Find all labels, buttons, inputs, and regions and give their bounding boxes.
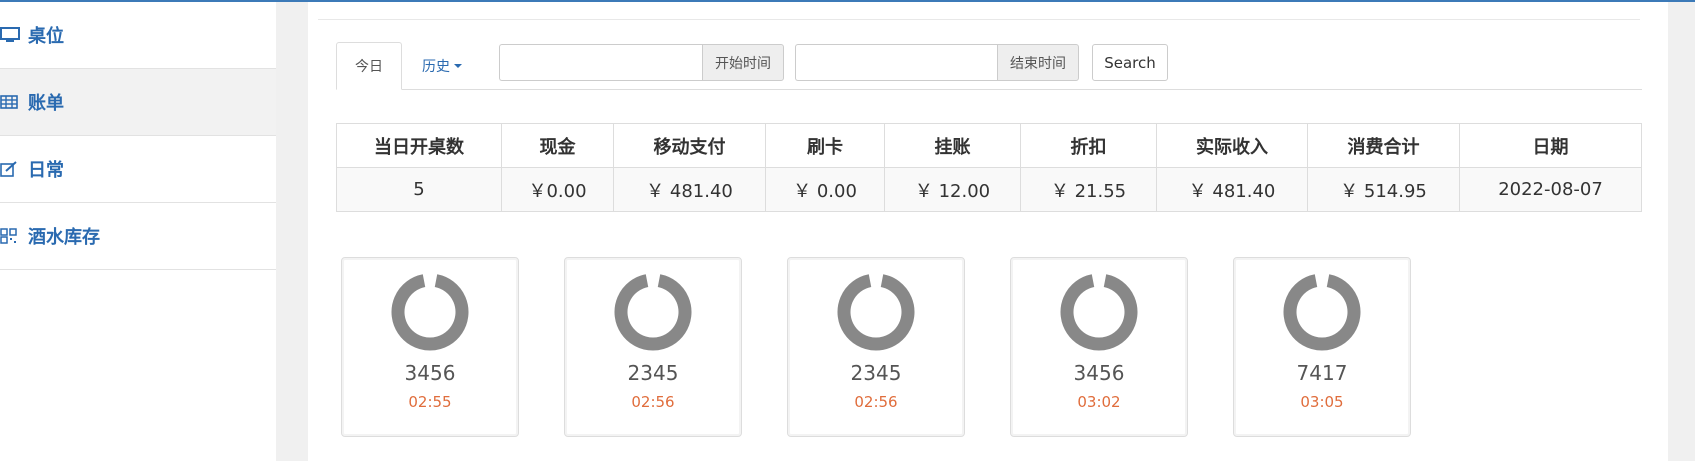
table-time: 02:56 <box>631 393 675 411</box>
tab-label: 历史 <box>422 59 450 75</box>
search-button[interactable]: Search <box>1092 44 1168 81</box>
table-card[interactable]: 2345 02:56 <box>564 257 742 437</box>
column-header: 当日开桌数 <box>336 123 502 168</box>
qrcode-icon <box>0 228 26 244</box>
column-header: 现金 <box>501 123 614 168</box>
column-header: 刷卡 <box>765 123 885 168</box>
sidebar-item-label: 账单 <box>28 93 64 114</box>
column-header: 实际收入 <box>1156 123 1308 168</box>
table-number: 3456 <box>404 361 456 385</box>
table-grid-icon <box>0 95 26 109</box>
end-time-group: 结束时间 <box>795 44 1079 81</box>
sidebar-item-label: 日常 <box>28 160 64 181</box>
table-time: 03:05 <box>1300 393 1344 411</box>
tab-label: 今日 <box>355 59 383 75</box>
table-number: 2345 <box>627 361 679 385</box>
table-cell: ￥0.00 <box>501 167 614 212</box>
column-header: 移动支付 <box>613 123 766 168</box>
sidebar-item-label: 酒水库存 <box>28 227 100 248</box>
table-card[interactable]: 2345 02:56 <box>787 257 965 437</box>
tab-history-dropdown[interactable]: 历史 <box>406 42 478 90</box>
start-time-group: 开始时间 <box>499 44 784 81</box>
progress-ring-icon <box>837 274 915 351</box>
table-number: 3456 <box>1073 361 1125 385</box>
progress-ring-icon <box>1283 274 1361 351</box>
progress-ring-icon <box>391 274 469 351</box>
table-number: 2345 <box>850 361 902 385</box>
daily-summary-table: 当日开桌数 现金 移动支付 刷卡 挂账 折扣 实际收入 消费合计 日期 5 ￥0… <box>336 123 1642 212</box>
start-time-input[interactable] <box>499 44 702 81</box>
table-time: 03:02 <box>1077 393 1121 411</box>
table-time: 02:55 <box>408 393 452 411</box>
table-cell: ￥ 481.40 <box>1156 167 1308 212</box>
sidebar-item-daily[interactable]: 日常 <box>0 136 276 203</box>
table-cell: ￥ 21.55 <box>1020 167 1157 212</box>
table-cell: 5 <box>336 167 502 212</box>
tab-today[interactable]: 今日 <box>336 42 402 90</box>
end-time-addon: 结束时间 <box>997 44 1079 81</box>
divider <box>318 19 1640 20</box>
table-header-row: 当日开桌数 现金 移动支付 刷卡 挂账 折扣 实际收入 消费合计 日期 <box>336 123 1642 168</box>
table-cell: 2022-08-07 <box>1459 167 1642 212</box>
table-card[interactable]: 7417 03:05 <box>1233 257 1411 437</box>
table-cell: ￥ 0.00 <box>765 167 885 212</box>
progress-ring-icon <box>614 274 692 351</box>
sidebar-item-label: 桌位 <box>28 26 64 47</box>
edit-icon <box>0 161 26 177</box>
sidebar-item-bills[interactable]: 账单 <box>0 69 276 136</box>
main-panel: 今日 历史 开始时间 结束时间 Search 当日开桌数 现金 移动支付 刷卡 … <box>308 2 1668 461</box>
table-cell: ￥ 481.40 <box>613 167 766 212</box>
end-time-input[interactable] <box>795 44 997 81</box>
table-card[interactable]: 3456 02:55 <box>341 257 519 437</box>
sidebar-item-tables[interactable]: 桌位 <box>0 2 276 69</box>
column-header: 日期 <box>1459 123 1642 168</box>
start-time-addon: 开始时间 <box>702 44 784 81</box>
table-cell: ￥ 12.00 <box>884 167 1021 212</box>
table-row: 5 ￥0.00 ￥ 481.40 ￥ 0.00 ￥ 12.00 ￥ 21.55 … <box>336 167 1642 212</box>
table-card[interactable]: 3456 03:02 <box>1010 257 1188 437</box>
table-cell: ￥ 514.95 <box>1307 167 1460 212</box>
column-header: 消费合计 <box>1307 123 1460 168</box>
table-number: 7417 <box>1296 361 1348 385</box>
caret-down-icon <box>454 64 462 68</box>
progress-ring-icon <box>1060 274 1138 351</box>
table-time: 02:56 <box>854 393 898 411</box>
column-header: 折扣 <box>1020 123 1157 168</box>
sidebar-item-drink-stock[interactable]: 酒水库存 <box>0 203 276 270</box>
column-header: 挂账 <box>884 123 1021 168</box>
sidebar: 桌位 账单 日常 酒水库存 <box>0 2 276 461</box>
monitor-icon <box>0 27 26 43</box>
